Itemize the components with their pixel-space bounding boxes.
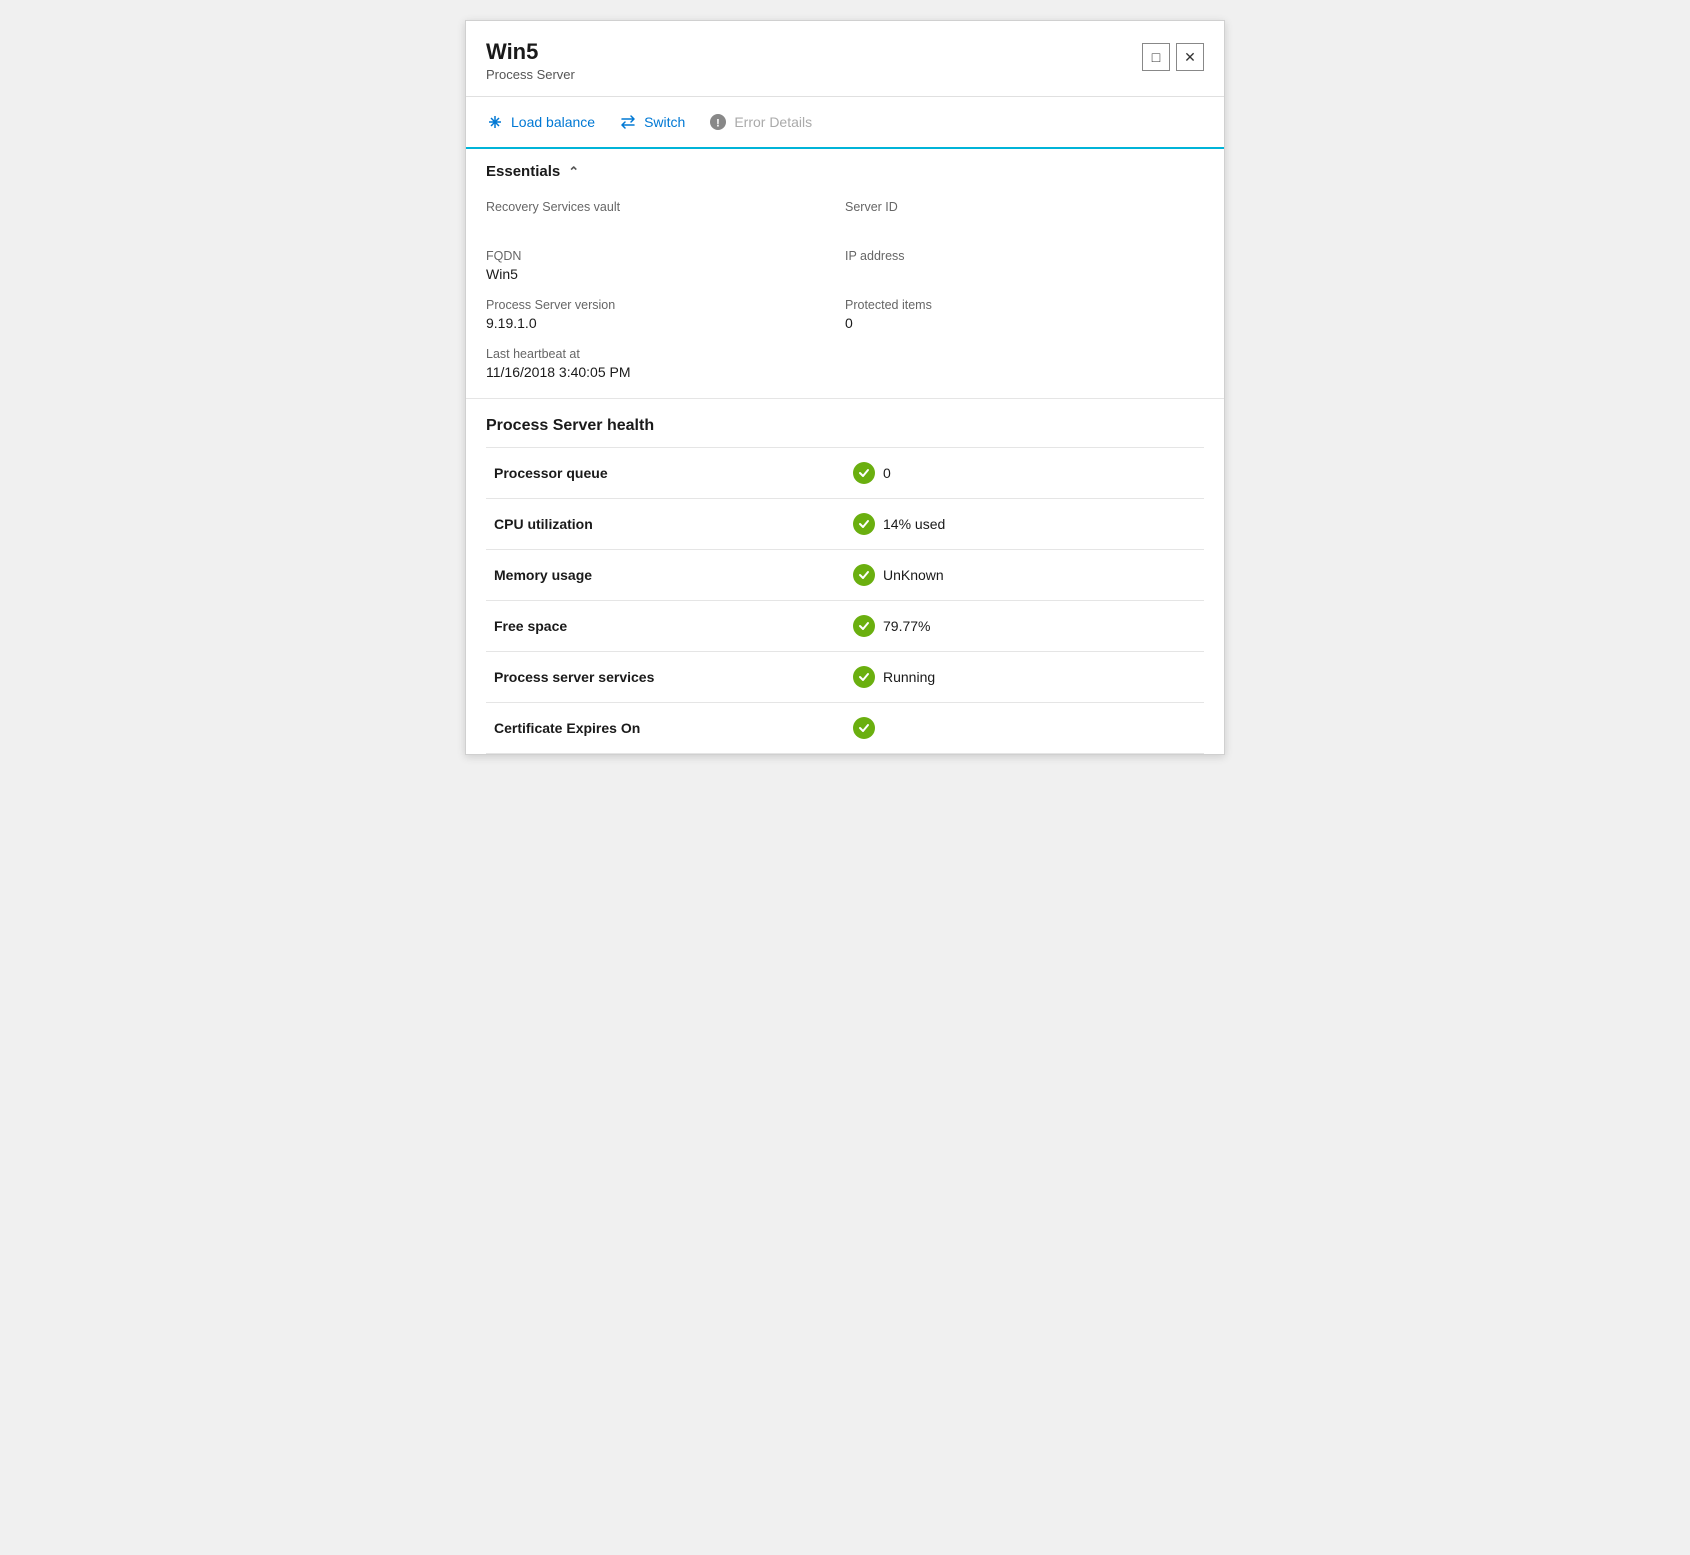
health-row-label: Memory usage bbox=[486, 550, 845, 601]
panel-subtitle: Process Server bbox=[486, 67, 575, 82]
health-row-label: Certificate Expires On bbox=[486, 703, 845, 754]
essentials-item-ip: IP address bbox=[845, 239, 1204, 288]
health-row-value: UnKnown bbox=[845, 550, 1204, 601]
error-details-button[interactable]: ! Error Details bbox=[709, 97, 828, 147]
essentials-value-fqdn: Win5 bbox=[486, 266, 845, 282]
essentials-item-heartbeat: Last heartbeat at 11/16/2018 3:40:05 PM bbox=[486, 337, 845, 386]
panel: Win5 Process Server □ ✕ Load balance bbox=[465, 20, 1225, 755]
health-row: Processor queue0 bbox=[486, 448, 1204, 499]
health-section: Process Server health Processor queue0CP… bbox=[466, 399, 1224, 754]
check-icon bbox=[853, 513, 875, 535]
load-balance-label: Load balance bbox=[511, 114, 595, 130]
essentials-label-version: Process Server version bbox=[486, 298, 845, 312]
panel-controls: □ ✕ bbox=[1142, 43, 1204, 71]
check-icon bbox=[853, 564, 875, 586]
health-row: Certificate Expires On bbox=[486, 703, 1204, 754]
health-row-value: 79.77% bbox=[845, 601, 1204, 652]
health-row-label: Process server services bbox=[486, 652, 845, 703]
essentials-section: Essentials ⌃ Recovery Services vault Ser… bbox=[466, 149, 1224, 399]
essentials-value-protected: 0 bbox=[845, 315, 1204, 331]
essentials-title-row[interactable]: Essentials ⌃ bbox=[486, 163, 1204, 180]
health-title: Process Server health bbox=[486, 417, 1204, 435]
essentials-item-protected: Protected items 0 bbox=[845, 288, 1204, 337]
error-details-icon: ! bbox=[709, 113, 727, 131]
health-row: CPU utilization14% used bbox=[486, 499, 1204, 550]
minimize-button[interactable]: □ bbox=[1142, 43, 1170, 71]
essentials-label-recovery-vault: Recovery Services vault bbox=[486, 200, 845, 214]
essentials-label-protected: Protected items bbox=[845, 298, 1204, 312]
check-icon bbox=[853, 666, 875, 688]
close-button[interactable]: ✕ bbox=[1176, 43, 1204, 71]
load-balance-icon bbox=[486, 113, 504, 131]
health-row-value: 0 bbox=[845, 448, 1204, 499]
health-row-value: Running bbox=[845, 652, 1204, 703]
switch-button[interactable]: Switch bbox=[619, 97, 701, 147]
health-row-label: Free space bbox=[486, 601, 845, 652]
health-row-label: CPU utilization bbox=[486, 499, 845, 550]
toolbar: Load balance Switch ! Error Details bbox=[466, 97, 1224, 149]
health-row: Process server servicesRunning bbox=[486, 652, 1204, 703]
switch-icon bbox=[619, 113, 637, 131]
error-details-label: Error Details bbox=[734, 114, 812, 130]
check-icon bbox=[853, 462, 875, 484]
switch-label: Switch bbox=[644, 114, 685, 130]
health-row-value bbox=[845, 703, 1204, 754]
essentials-value-recovery-vault bbox=[486, 217, 845, 233]
health-row-label: Processor queue bbox=[486, 448, 845, 499]
essentials-label-heartbeat: Last heartbeat at bbox=[486, 347, 845, 361]
essentials-value-heartbeat: 11/16/2018 3:40:05 PM bbox=[486, 364, 845, 380]
essentials-item-version: Process Server version 9.19.1.0 bbox=[486, 288, 845, 337]
chevron-up-icon: ⌃ bbox=[568, 164, 579, 180]
check-icon bbox=[853, 615, 875, 637]
essentials-label-ip: IP address bbox=[845, 249, 1204, 263]
essentials-item-fqdn: FQDN Win5 bbox=[486, 239, 845, 288]
essentials-value-server-id bbox=[845, 217, 1204, 233]
essentials-value-version: 9.19.1.0 bbox=[486, 315, 845, 331]
essentials-grid: Recovery Services vault Server ID FQDN W… bbox=[486, 180, 1204, 386]
svg-text:!: ! bbox=[716, 118, 720, 130]
health-row: Free space79.77% bbox=[486, 601, 1204, 652]
health-table: Processor queue0CPU utilization14% usedM… bbox=[486, 447, 1204, 754]
essentials-label-fqdn: FQDN bbox=[486, 249, 845, 263]
essentials-item-recovery-vault: Recovery Services vault bbox=[486, 190, 845, 239]
check-icon bbox=[853, 717, 875, 739]
load-balance-button[interactable]: Load balance bbox=[486, 97, 611, 147]
title-block: Win5 Process Server bbox=[486, 39, 575, 82]
essentials-value-ip bbox=[845, 266, 1204, 282]
essentials-item-server-id: Server ID bbox=[845, 190, 1204, 239]
essentials-title: Essentials bbox=[486, 163, 560, 180]
panel-header: Win5 Process Server □ ✕ bbox=[466, 21, 1224, 97]
health-row-value: 14% used bbox=[845, 499, 1204, 550]
essentials-label-server-id: Server ID bbox=[845, 200, 1204, 214]
health-row: Memory usageUnKnown bbox=[486, 550, 1204, 601]
panel-title: Win5 bbox=[486, 39, 575, 65]
